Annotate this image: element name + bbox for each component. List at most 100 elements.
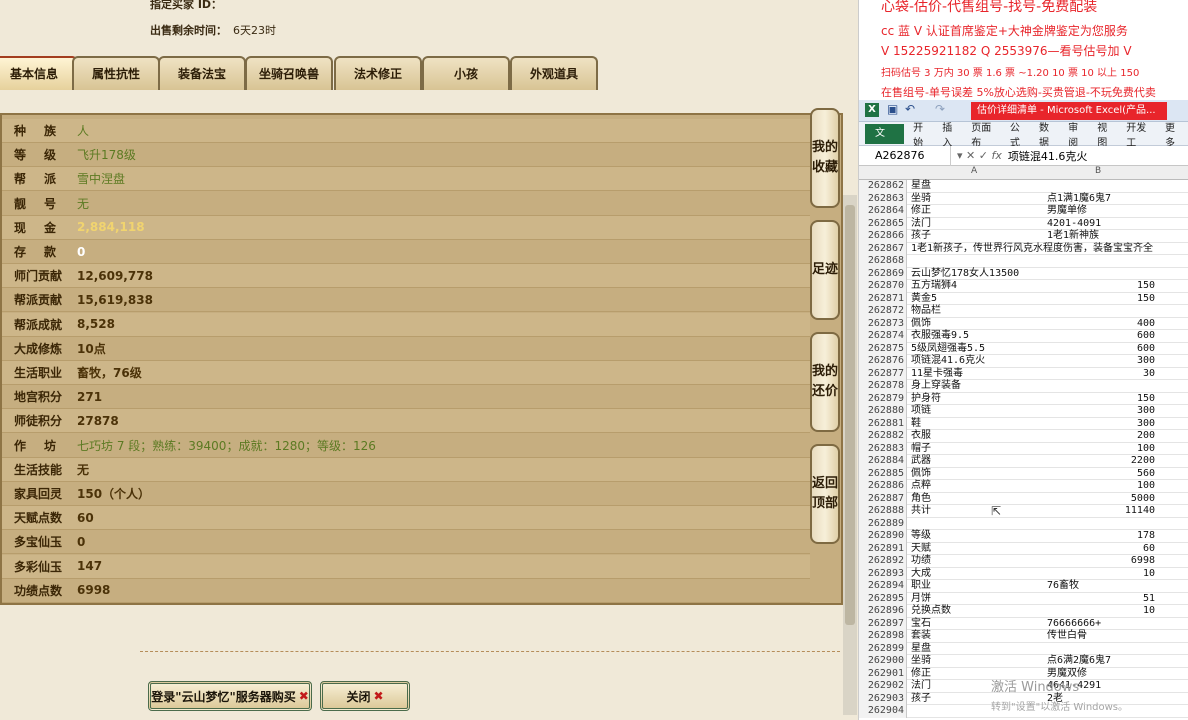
side-button-footprints[interactable]: 足迹 xyxy=(810,220,840,320)
redo-icon[interactable]: ↷ xyxy=(935,102,945,116)
cell-b[interactable]: 1老1新神族 xyxy=(1047,230,1099,243)
sheet-row[interactable]: 262879 护身符 150 xyxy=(859,392,1188,406)
row-number[interactable]: 262894 xyxy=(859,580,907,593)
sheet-row[interactable]: 262865 法门 4201-4091 xyxy=(859,217,1188,231)
cell-b-number[interactable]: 5000 xyxy=(1047,493,1155,506)
cell-a[interactable]: 衣服 xyxy=(911,430,931,443)
side-button-back-to-top[interactable]: 返回顶部 xyxy=(810,444,840,544)
cell-a[interactable]: 孩子 xyxy=(911,693,931,706)
cell-a[interactable]: 坐骑 xyxy=(911,655,931,668)
cell-b[interactable]: 76畜牧 xyxy=(1047,580,1079,593)
side-button-my-offers[interactable]: 我的还价 xyxy=(810,332,840,432)
row-number[interactable]: 262868 xyxy=(859,255,907,268)
cell-a[interactable]: 云山梦忆178女人13500 xyxy=(911,268,1019,281)
ribbon-tab-insert[interactable]: 插入 xyxy=(937,119,966,149)
sheet-row[interactable]: 262875 5级凤翅强毒5.5 600 xyxy=(859,342,1188,355)
cell-b-number[interactable]: 100 xyxy=(1047,443,1155,456)
cell-a[interactable]: 五方瑞狮4 xyxy=(911,280,957,293)
sheet-row[interactable]: 262874 衣服强毒9.5 600 xyxy=(859,330,1188,343)
sheet-row[interactable]: 262887 角色 5000 xyxy=(859,492,1188,506)
cell-a[interactable]: 1老1新孩子，传世界行风克水程度伤害，装备宝宝齐全 xyxy=(911,243,1153,256)
formula-input[interactable]: 项链混41.6克火 xyxy=(1008,148,1088,164)
cell-a[interactable]: 点粹 xyxy=(911,480,931,493)
cell-b-number[interactable]: 51 xyxy=(1047,593,1155,606)
sheet-row[interactable]: 262872 物品栏 xyxy=(859,305,1188,318)
sheet-row[interactable]: 262869 云山梦忆178女人13500 xyxy=(859,267,1188,281)
row-number[interactable]: 262889 xyxy=(859,517,907,530)
tab-mounts-pets[interactable]: 坐骑召唤兽 xyxy=(245,56,333,90)
cell-b-number[interactable]: 6998 xyxy=(1047,555,1155,568)
sheet-row[interactable]: 262867 1老1新孩子，传世界行风克水程度伤害，装备宝宝齐全 xyxy=(859,242,1188,256)
cell-a[interactable]: 项链混41.6克火 xyxy=(911,355,985,368)
cell-a[interactable]: 月饼 xyxy=(911,593,931,606)
cell-a[interactable]: 身上穿装备 xyxy=(911,380,961,393)
undo-icon[interactable]: ↶ xyxy=(905,102,915,116)
row-number[interactable]: 262870 xyxy=(859,280,907,293)
cell-b-number[interactable]: 10 xyxy=(1047,605,1155,618)
sheet-row[interactable]: 262866 孩子 1老1新神族 xyxy=(859,230,1188,243)
save-icon[interactable]: ▣ xyxy=(887,102,898,116)
sheet-row[interactable]: 262891 天赋 60 xyxy=(859,542,1188,556)
row-number[interactable]: 262866 xyxy=(859,230,907,243)
scrollbar-thumb[interactable] xyxy=(845,205,855,625)
cell-a[interactable]: 天赋 xyxy=(911,543,931,556)
row-number[interactable]: 262898 xyxy=(859,630,907,643)
tab-spell-correction[interactable]: 法术修正 xyxy=(334,56,422,90)
row-number[interactable]: 262891 xyxy=(859,542,907,555)
sheet-row[interactable]: 262863 坐骑 点1满1魔6鬼7 xyxy=(859,192,1188,205)
row-number[interactable]: 262880 xyxy=(859,405,907,418)
cell-b-number[interactable]: 10 xyxy=(1047,568,1155,581)
close-button[interactable]: 关闭 ✖ xyxy=(320,681,410,711)
sheet-row[interactable]: 262871 黄金5 150 xyxy=(859,292,1188,306)
cell-b-number[interactable]: 150 xyxy=(1047,280,1155,293)
row-number[interactable]: 262863 xyxy=(859,192,907,205)
column-header-a[interactable]: A xyxy=(971,166,977,176)
sheet-row[interactable]: 262880 项链 300 xyxy=(859,405,1188,418)
row-number[interactable]: 262864 xyxy=(859,205,907,218)
cell-a[interactable]: 套装 xyxy=(911,630,931,643)
sheet-row[interactable]: 262884 武器 2200 xyxy=(859,455,1188,468)
cell-a[interactable]: 法门 xyxy=(911,680,931,693)
cell-b-number[interactable]: 11140 xyxy=(1047,505,1155,518)
cell-b-number[interactable]: 200 xyxy=(1047,430,1155,443)
cell-a[interactable]: 大成 xyxy=(911,568,931,581)
cell-a[interactable]: 职业 xyxy=(911,580,931,593)
cell-a[interactable]: 帽子 xyxy=(911,443,931,456)
cell-b[interactable]: 男魔单修 xyxy=(1047,205,1087,218)
row-number[interactable]: 262896 xyxy=(859,605,907,618)
cell-b-number[interactable]: 300 xyxy=(1047,405,1155,418)
cell-a[interactable]: 等级 xyxy=(911,530,931,543)
cell-a[interactable]: 共计 xyxy=(911,505,931,518)
sheet-row[interactable]: 262876 项链混41.6克火 300 xyxy=(859,355,1188,368)
row-number[interactable]: 262893 xyxy=(859,567,907,580)
cell-a[interactable]: 黄金5 xyxy=(911,293,937,306)
cell-a[interactable]: 护身符 xyxy=(911,393,941,406)
ribbon-tab-developer[interactable]: 开发工 xyxy=(1121,119,1160,149)
sheet-row[interactable]: 262888 共计 11140 xyxy=(859,505,1188,518)
row-number[interactable]: 262883 xyxy=(859,442,907,455)
cell-a[interactable]: 法门 xyxy=(911,218,931,231)
cell-a[interactable]: 星盘 xyxy=(911,643,931,656)
tab-basic-info[interactable]: 基本信息 xyxy=(0,56,78,90)
cell-a[interactable]: 星盘 xyxy=(911,180,931,193)
row-number[interactable]: 262888 xyxy=(859,505,907,518)
cell-b-number[interactable]: 400 xyxy=(1047,318,1155,331)
tab-equipment[interactable]: 装备法宝 xyxy=(158,56,246,90)
row-number[interactable]: 262901 xyxy=(859,667,907,680)
row-number[interactable]: 262897 xyxy=(859,617,907,630)
row-number[interactable]: 262862 xyxy=(859,180,907,193)
sheet-row[interactable]: 262868 xyxy=(859,255,1188,268)
cell-a[interactable]: 修正 xyxy=(911,668,931,681)
sheet-row[interactable]: 262864 修正 男魔单修 xyxy=(859,205,1188,218)
sheet-row[interactable]: 262882 衣服 200 xyxy=(859,430,1188,443)
sheet-grid[interactable]: 262862 星盘 262863 坐骑 点1满1魔6鬼7 262864 修正 男魔单修 2628… xyxy=(859,180,1188,718)
row-number[interactable]: 262884 xyxy=(859,455,907,468)
sheet-row[interactable]: 262890 等级 178 xyxy=(859,530,1188,543)
cell-a[interactable]: 鞋 xyxy=(911,418,921,431)
row-number[interactable]: 262882 xyxy=(859,430,907,443)
login-buy-button[interactable]: 登录"云山梦忆"服务器购买 ✖ xyxy=(148,681,312,711)
cell-a[interactable]: 佩饰 xyxy=(911,318,931,331)
cell-b-number[interactable]: 600 xyxy=(1047,330,1155,343)
ribbon-tab-formulas[interactable]: 公式 xyxy=(1005,119,1034,149)
sheet-row[interactable]: 262896 兑换点数 10 xyxy=(859,605,1188,618)
